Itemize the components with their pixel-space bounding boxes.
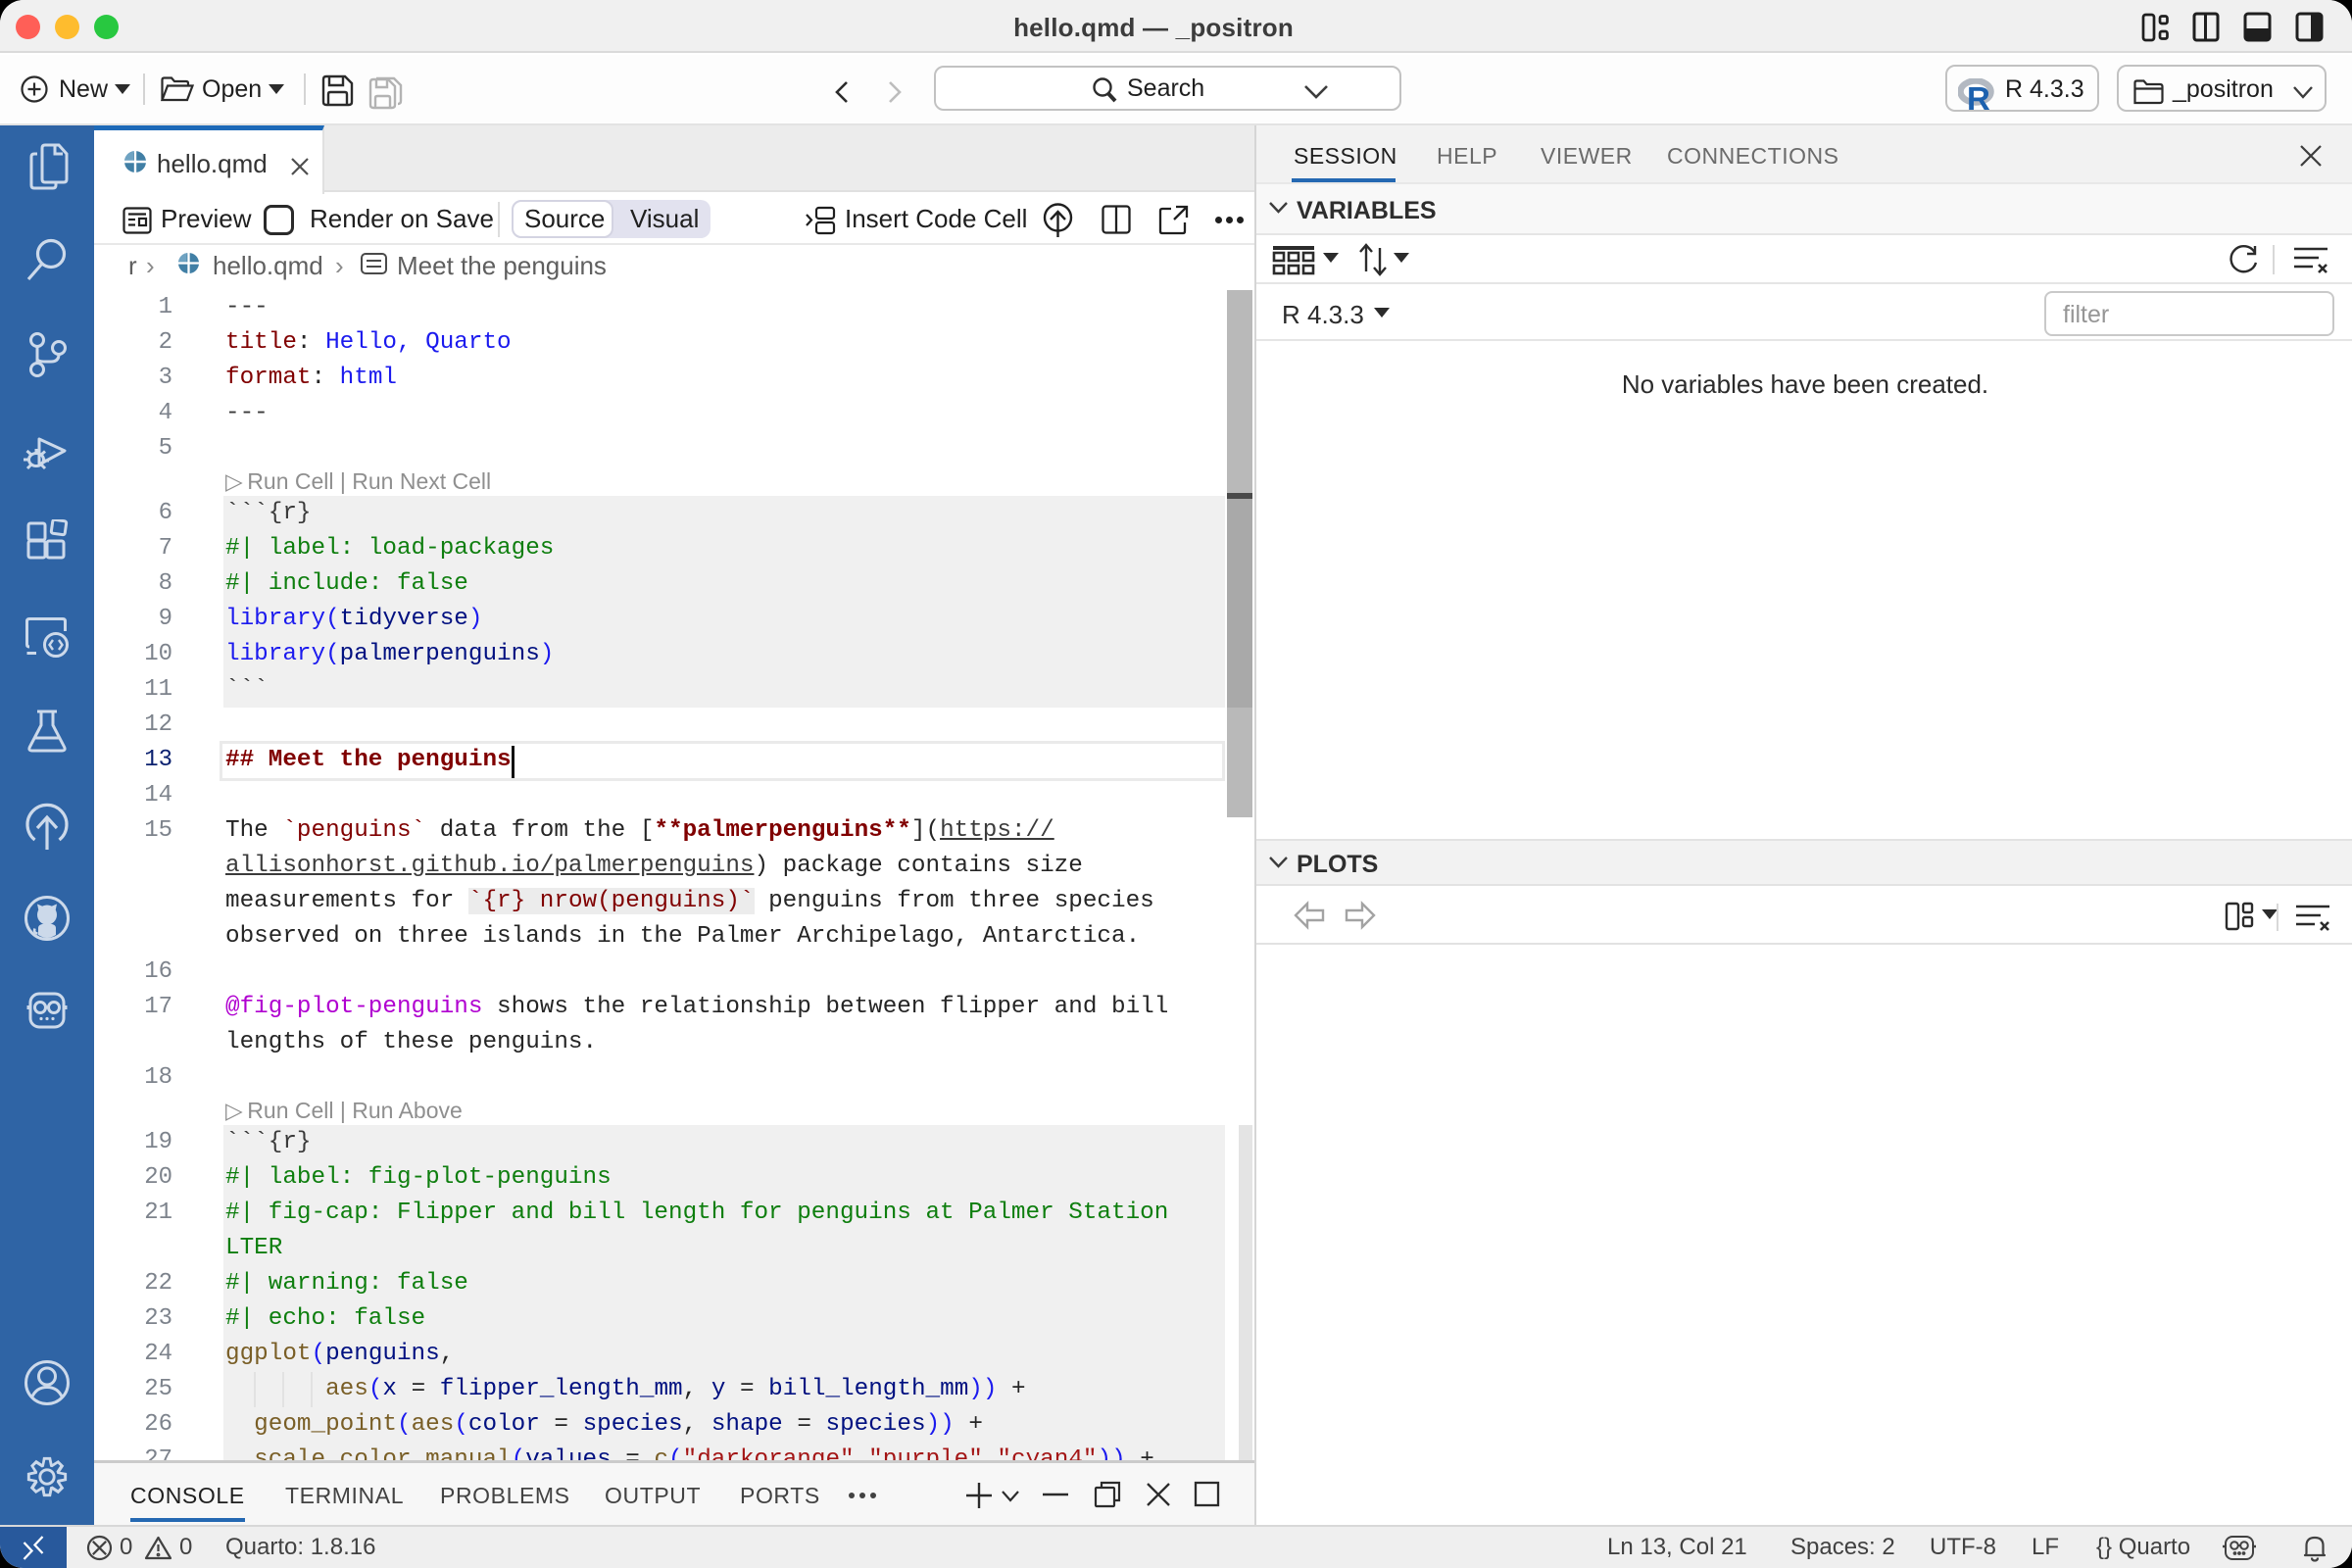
svg-text:R: R <box>1967 80 1990 114</box>
